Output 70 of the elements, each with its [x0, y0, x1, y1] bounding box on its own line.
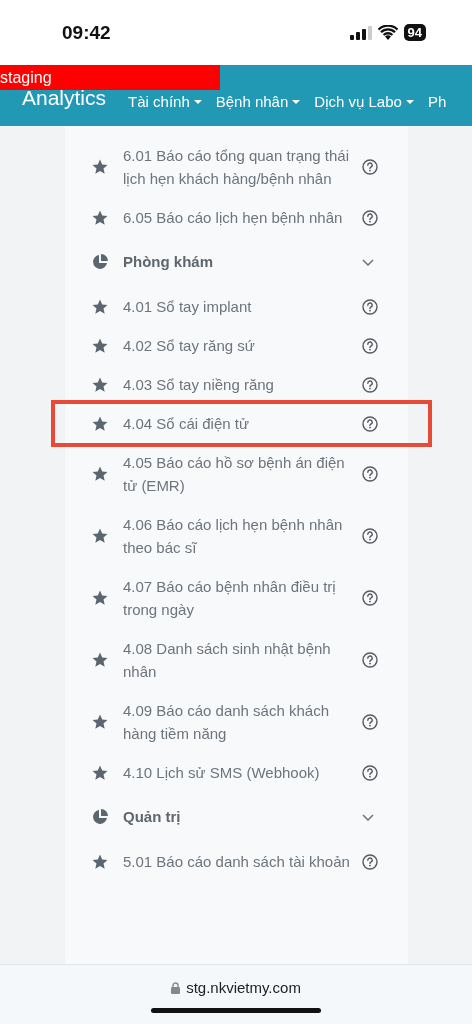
report-name: 4.10 Lịch sử SMS (Webhook) [123, 763, 321, 783]
report-item[interactable]: 4.09 Báo cáo danh sách khách hàng tiềm năng [65, 691, 408, 753]
help-icon[interactable] [362, 159, 378, 175]
report-item[interactable]: 4.02 Sổ tay răng sứ [65, 326, 408, 365]
help-icon[interactable] [362, 298, 378, 315]
help-icon[interactable] [362, 376, 378, 393]
report-name: 4.08 Danh sách sinh nhật bệnh nhân [123, 639, 332, 682]
caret-icon [193, 99, 202, 104]
wifi-icon [377, 25, 398, 40]
star-icon [92, 376, 108, 393]
report-name: 4.04 Sổ cái điện tử [123, 414, 250, 434]
caret-icon [292, 99, 301, 104]
star-icon [92, 298, 108, 315]
pie-chart-icon [92, 809, 108, 825]
caret-icon [405, 99, 414, 104]
report-name: 4.05 Báo cáo hồ sơ bệnh án điện tử (EMR) [123, 453, 346, 496]
report-name: 5.01 Báo cáo danh sách tài khoản [123, 852, 351, 872]
report-item[interactable]: 4.04 Sổ cái điện tử [55, 404, 428, 443]
report-item[interactable]: 4.03 Sổ tay niềng răng [65, 365, 408, 404]
help-icon[interactable] [362, 714, 378, 730]
battery-level: 94 [403, 24, 426, 41]
section-header[interactable]: Phòng khám [65, 237, 408, 287]
report-item[interactable]: 4.06 Báo cáo lịch hẹn bệnh nhân theo bác sĩ [65, 505, 408, 567]
report-name: 4.07 Báo cáo bệnh nhân điều trị trong ngày [123, 577, 337, 620]
report-name: 6.01 Báo cáo tổng quan trạng thái lịch hẹn khách hàng/bệnh nhân [123, 146, 350, 189]
report-item[interactable]: 5.01 Báo cáo danh sách tài khoản [65, 842, 408, 881]
star-icon [92, 209, 108, 226]
nav-menu[interactable]: Bệnh nhân [215, 93, 301, 110]
report-name: 4.06 Báo cáo lịch hẹn bệnh nhân theo bác sĩ [123, 515, 344, 558]
report-item[interactable]: 4.01 Sổ tay implant [65, 287, 408, 326]
report-name: 4.09 Báo cáo danh sách khách hàng tiềm năng [123, 701, 330, 744]
report-item[interactable]: 4.05 Báo cáo hồ sơ bệnh án điện tử (EMR) [65, 443, 408, 505]
star-icon [92, 466, 108, 482]
report-item[interactable]: 6.01 Báo cáo tổng quan trạng thái lịch hẹn khách hàng/bệnh nhân [65, 136, 408, 198]
section-header[interactable]: Quản trị [65, 792, 408, 842]
report-name: 4.01 Sổ tay implant [123, 297, 253, 317]
star-icon [92, 528, 108, 544]
signal-icon [349, 25, 372, 40]
star-icon [92, 714, 108, 730]
nav-menu[interactable]: Dịch vụ Labo [314, 93, 414, 110]
url-text: stg.nkvietmy.com [186, 979, 301, 996]
star-icon [92, 415, 108, 432]
star-icon [92, 337, 108, 354]
report-name: 6.05 Báo cáo lịch hẹn bệnh nhân [123, 208, 344, 228]
star-icon [92, 590, 108, 606]
star-icon [92, 159, 108, 175]
report-item[interactable]: 4.07 Báo cáo bệnh nhân điều trị trong ngày [65, 567, 408, 629]
report-item[interactable]: 4.08 Danh sách sinh nhật bệnh nhân [65, 629, 408, 691]
help-icon[interactable] [362, 652, 378, 668]
help-icon[interactable] [362, 590, 378, 606]
help-icon[interactable] [362, 415, 378, 432]
report-item[interactable]: 4.10 Lịch sử SMS (Webhook) [65, 753, 408, 792]
help-icon[interactable] [362, 209, 378, 226]
report-item[interactable]: 6.05 Báo cáo lịch hẹn bệnh nhân [65, 198, 408, 237]
nav-menu[interactable]: Ph [427, 93, 447, 110]
star-icon [92, 764, 108, 781]
star-icon [92, 853, 108, 870]
help-icon[interactable] [362, 764, 378, 781]
help-icon[interactable] [362, 528, 378, 544]
report-name: 4.03 Sổ tay niềng răng [123, 375, 275, 395]
help-icon[interactable] [362, 337, 378, 354]
star-icon [92, 652, 108, 668]
clock-time: 09:42 [62, 21, 111, 44]
help-icon[interactable] [362, 853, 378, 870]
pie-chart-icon [92, 254, 108, 270]
report-name: 4.02 Sổ tay răng sứ [123, 336, 256, 356]
help-icon[interactable] [362, 466, 378, 482]
lock-icon [171, 981, 181, 994]
staging-banner: staging [0, 65, 220, 90]
nav-menu[interactable]: Tài chính [128, 93, 202, 110]
